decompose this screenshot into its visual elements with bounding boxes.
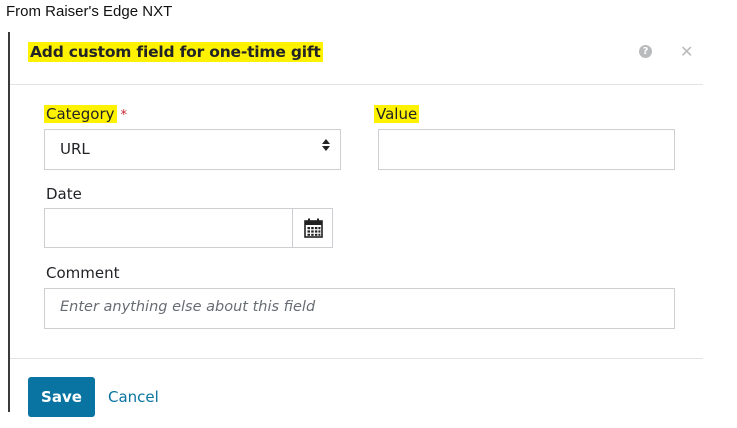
select-caret-icon (322, 139, 330, 152)
value-label: Value (374, 105, 420, 123)
category-label-text: Category (44, 105, 117, 123)
help-icon[interactable]: ? (639, 45, 652, 58)
required-marker: * (120, 108, 128, 123)
category-select[interactable]: URL (44, 129, 341, 170)
save-button[interactable]: Save (28, 377, 95, 417)
dialog-header: Add custom field for one-time gift ? ✕ (10, 32, 703, 85)
custom-field-dialog: Add custom field for one-time gift ? ✕ C… (8, 32, 737, 428)
calendar-icon (304, 218, 323, 243)
dialog-left-border (8, 32, 10, 412)
dialog-title: Add custom field for one-time gift (28, 42, 323, 62)
value-input[interactable] (378, 129, 675, 170)
category-select-value: URL (60, 140, 90, 158)
screenshot-caption: From Raiser's Edge NXT (6, 3, 173, 20)
category-label: Category * (44, 105, 127, 123)
footer-divider (10, 358, 703, 359)
date-label: Date (46, 185, 82, 203)
comment-input[interactable]: Enter anything else about this field (44, 288, 675, 329)
date-input[interactable] (44, 208, 293, 248)
comment-placeholder: Enter anything else about this field (60, 299, 316, 315)
comment-label: Comment (46, 264, 120, 282)
close-icon[interactable]: ✕ (680, 42, 693, 61)
cancel-button[interactable]: Cancel (108, 388, 159, 406)
calendar-button[interactable] (292, 208, 333, 248)
value-label-text: Value (374, 105, 420, 123)
